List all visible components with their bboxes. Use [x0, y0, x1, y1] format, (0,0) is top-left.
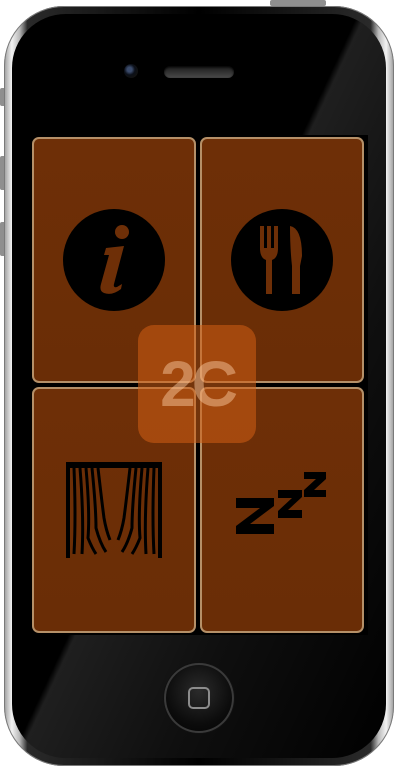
zzz-icon [236, 472, 326, 534]
home-button[interactable] [164, 663, 234, 733]
home-square-icon [188, 687, 210, 709]
info-icon [63, 209, 165, 311]
tile-info[interactable] [32, 137, 196, 383]
app-screen: 2C [30, 135, 368, 635]
fork-knife-icon [231, 209, 333, 311]
tile-sleep[interactable] [200, 387, 364, 633]
earpiece-speaker [164, 66, 234, 78]
tile-theater[interactable] [32, 387, 196, 633]
front-camera-icon [124, 64, 138, 78]
curtains-icon [66, 462, 162, 558]
tile-dining[interactable] [200, 137, 364, 383]
